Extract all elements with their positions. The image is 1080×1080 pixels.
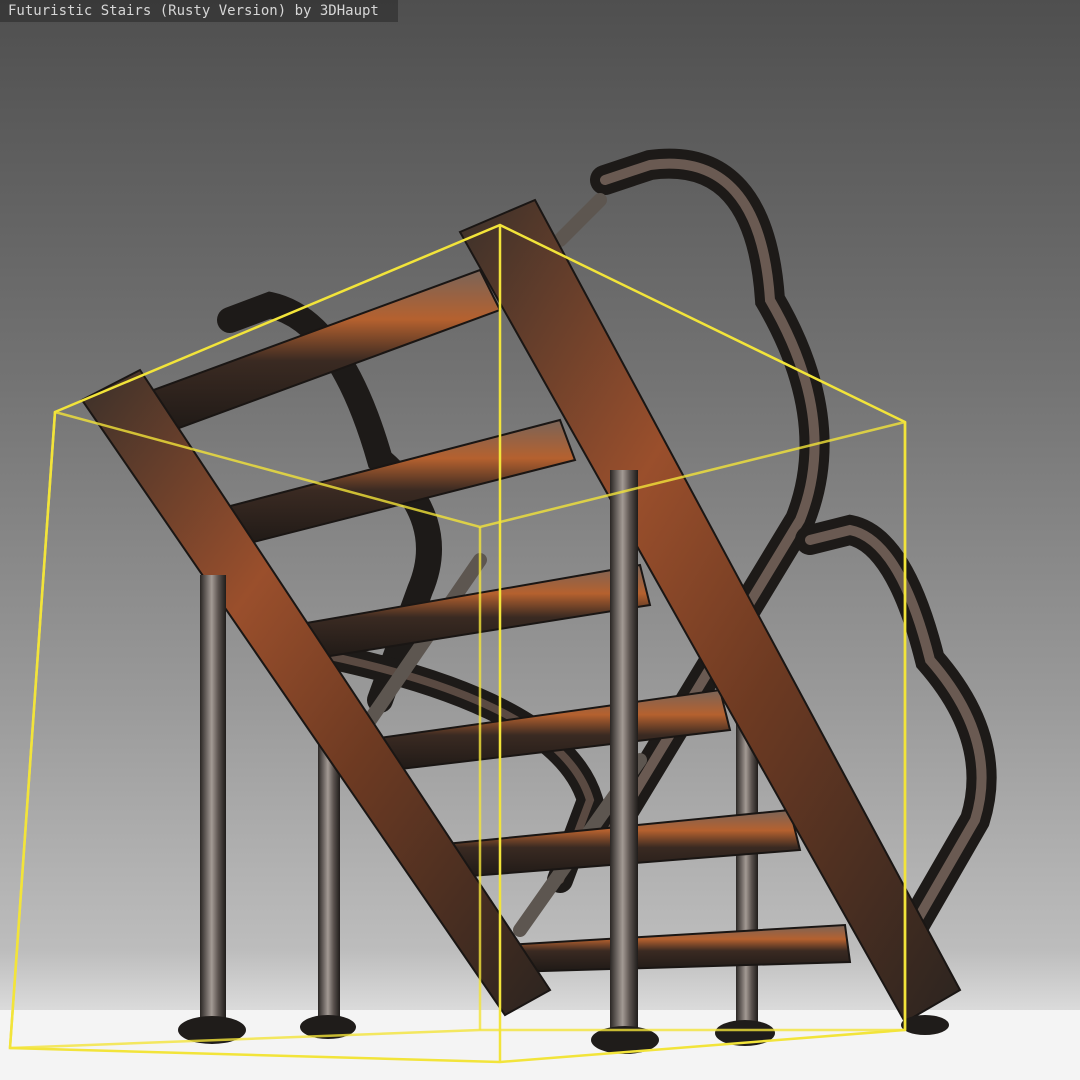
3d-viewport[interactable]: Futuristic Stairs (Rusty Version) by 3DH… (0, 0, 1080, 1080)
model-title: Futuristic Stairs (Rusty Version) by 3DH… (0, 0, 398, 22)
scene-canvas[interactable] (0, 0, 1080, 1080)
